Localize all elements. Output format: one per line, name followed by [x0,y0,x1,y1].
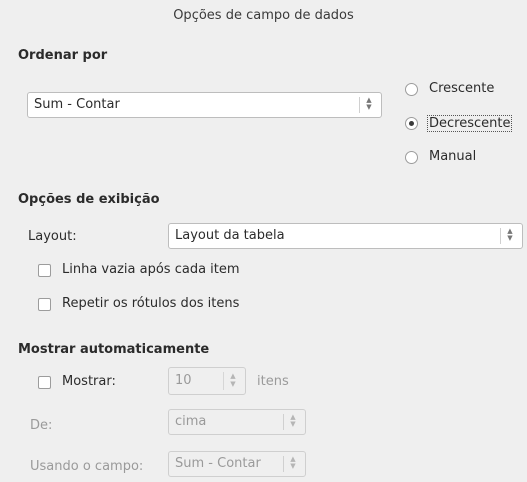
auto-show-heading: Mostrar automaticamente [18,342,210,357]
repeat-labels-checkbox[interactable] [38,298,51,311]
show-count-spinbox[interactable]: 10 ▲ ▼ [168,367,246,395]
sort-heading: Ordenar por [18,48,108,63]
spin-arrows-icon: ▲ ▼ [359,97,376,113]
layout-value: Layout da tabela [175,228,285,243]
show-checkbox[interactable] [38,376,51,389]
radio-descending[interactable] [405,117,418,130]
items-label: itens [257,374,289,389]
from-label: De: [30,418,53,433]
repeat-labels-label[interactable]: Repetir os rótulos dos itens [62,296,239,311]
show-label[interactable]: Mostrar: [62,374,116,389]
layout-label: Layout: [28,229,77,244]
radio-ascending-label[interactable]: Crescente [429,81,494,96]
radio-manual-label[interactable]: Manual [429,149,476,164]
radio-ascending[interactable] [405,83,418,96]
layout-combobox[interactable]: Layout da tabela ▲ ▼ [168,223,523,249]
display-heading: Opções de exibição [18,192,160,207]
radio-descending-label[interactable]: Decrescente [427,115,513,132]
spin-arrows-icon: ▲ ▼ [283,456,300,472]
empty-line-label[interactable]: Linha vazia após cada item [62,262,240,277]
using-field-combobox[interactable]: Sum - Contar ▲ ▼ [168,451,306,477]
from-value: cima [175,414,207,429]
dialog-title: Opções de campo de dados [173,8,354,23]
from-combobox[interactable]: cima ▲ ▼ [168,409,306,435]
using-field-value: Sum - Contar [175,456,261,471]
spin-arrows-icon: ▲ ▼ [500,228,517,244]
show-count-value: 10 [175,373,192,388]
empty-line-checkbox[interactable] [38,264,51,277]
radio-manual[interactable] [405,151,418,164]
spin-arrows-icon: ▲ ▼ [223,372,240,390]
spin-arrows-icon: ▲ ▼ [283,414,300,430]
sort-field-value: Sum - Contar [34,97,120,112]
sort-field-combobox[interactable]: Sum - Contar ▲ ▼ [27,92,382,118]
using-field-label: Usando o campo: [30,459,144,474]
